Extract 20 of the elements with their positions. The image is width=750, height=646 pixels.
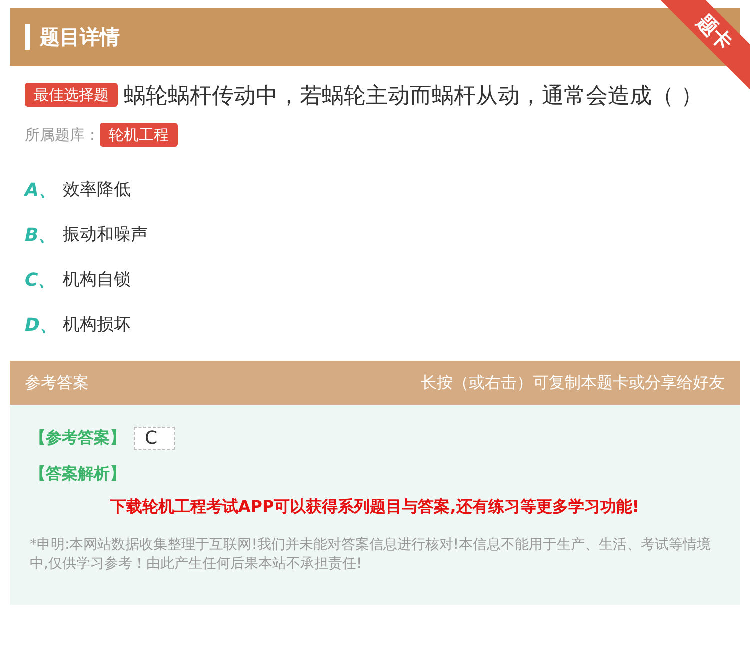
answer-label: 【参考答案】 xyxy=(30,428,126,449)
option-letter: A、 xyxy=(25,178,58,202)
option-letter: D、 xyxy=(25,314,59,336)
option-text: 机构损坏 xyxy=(63,314,131,336)
answer-value: C xyxy=(134,427,175,450)
option-letter: C、 xyxy=(25,268,58,292)
answer-section-title: 参考答案 xyxy=(25,372,89,394)
analysis-label: 【答案解析】 xyxy=(30,464,127,485)
bank-tag[interactable]: 轮机工程 xyxy=(100,123,178,147)
bank-label: 所属题库： xyxy=(25,126,100,144)
section-title: 题目详情 xyxy=(40,24,120,50)
disclaimer-text: *申明:本网站数据收集整理于互联网!我们并未能对答案信息进行核对!本信息不能用于生产、生活、考试等情境中,仅供学习参考！由此产生任何后果本站不承担责任! xyxy=(30,536,712,574)
copy-hint: 长按（或右击）可复制本题卡或分享给好友 xyxy=(421,372,725,394)
accent-bar xyxy=(25,24,30,50)
option-text: 效率降低 xyxy=(63,179,131,201)
promo-text[interactable]: 下载轮机工程考试APP可以获得系列题目与答案,还有练习等更多学习功能! xyxy=(30,497,720,518)
option-text: 振动和噪声 xyxy=(63,224,148,246)
option-text: 机构自锁 xyxy=(63,269,131,291)
question-type-tag: 最佳选择题 xyxy=(25,83,118,107)
option-letter: B、 xyxy=(25,224,58,246)
